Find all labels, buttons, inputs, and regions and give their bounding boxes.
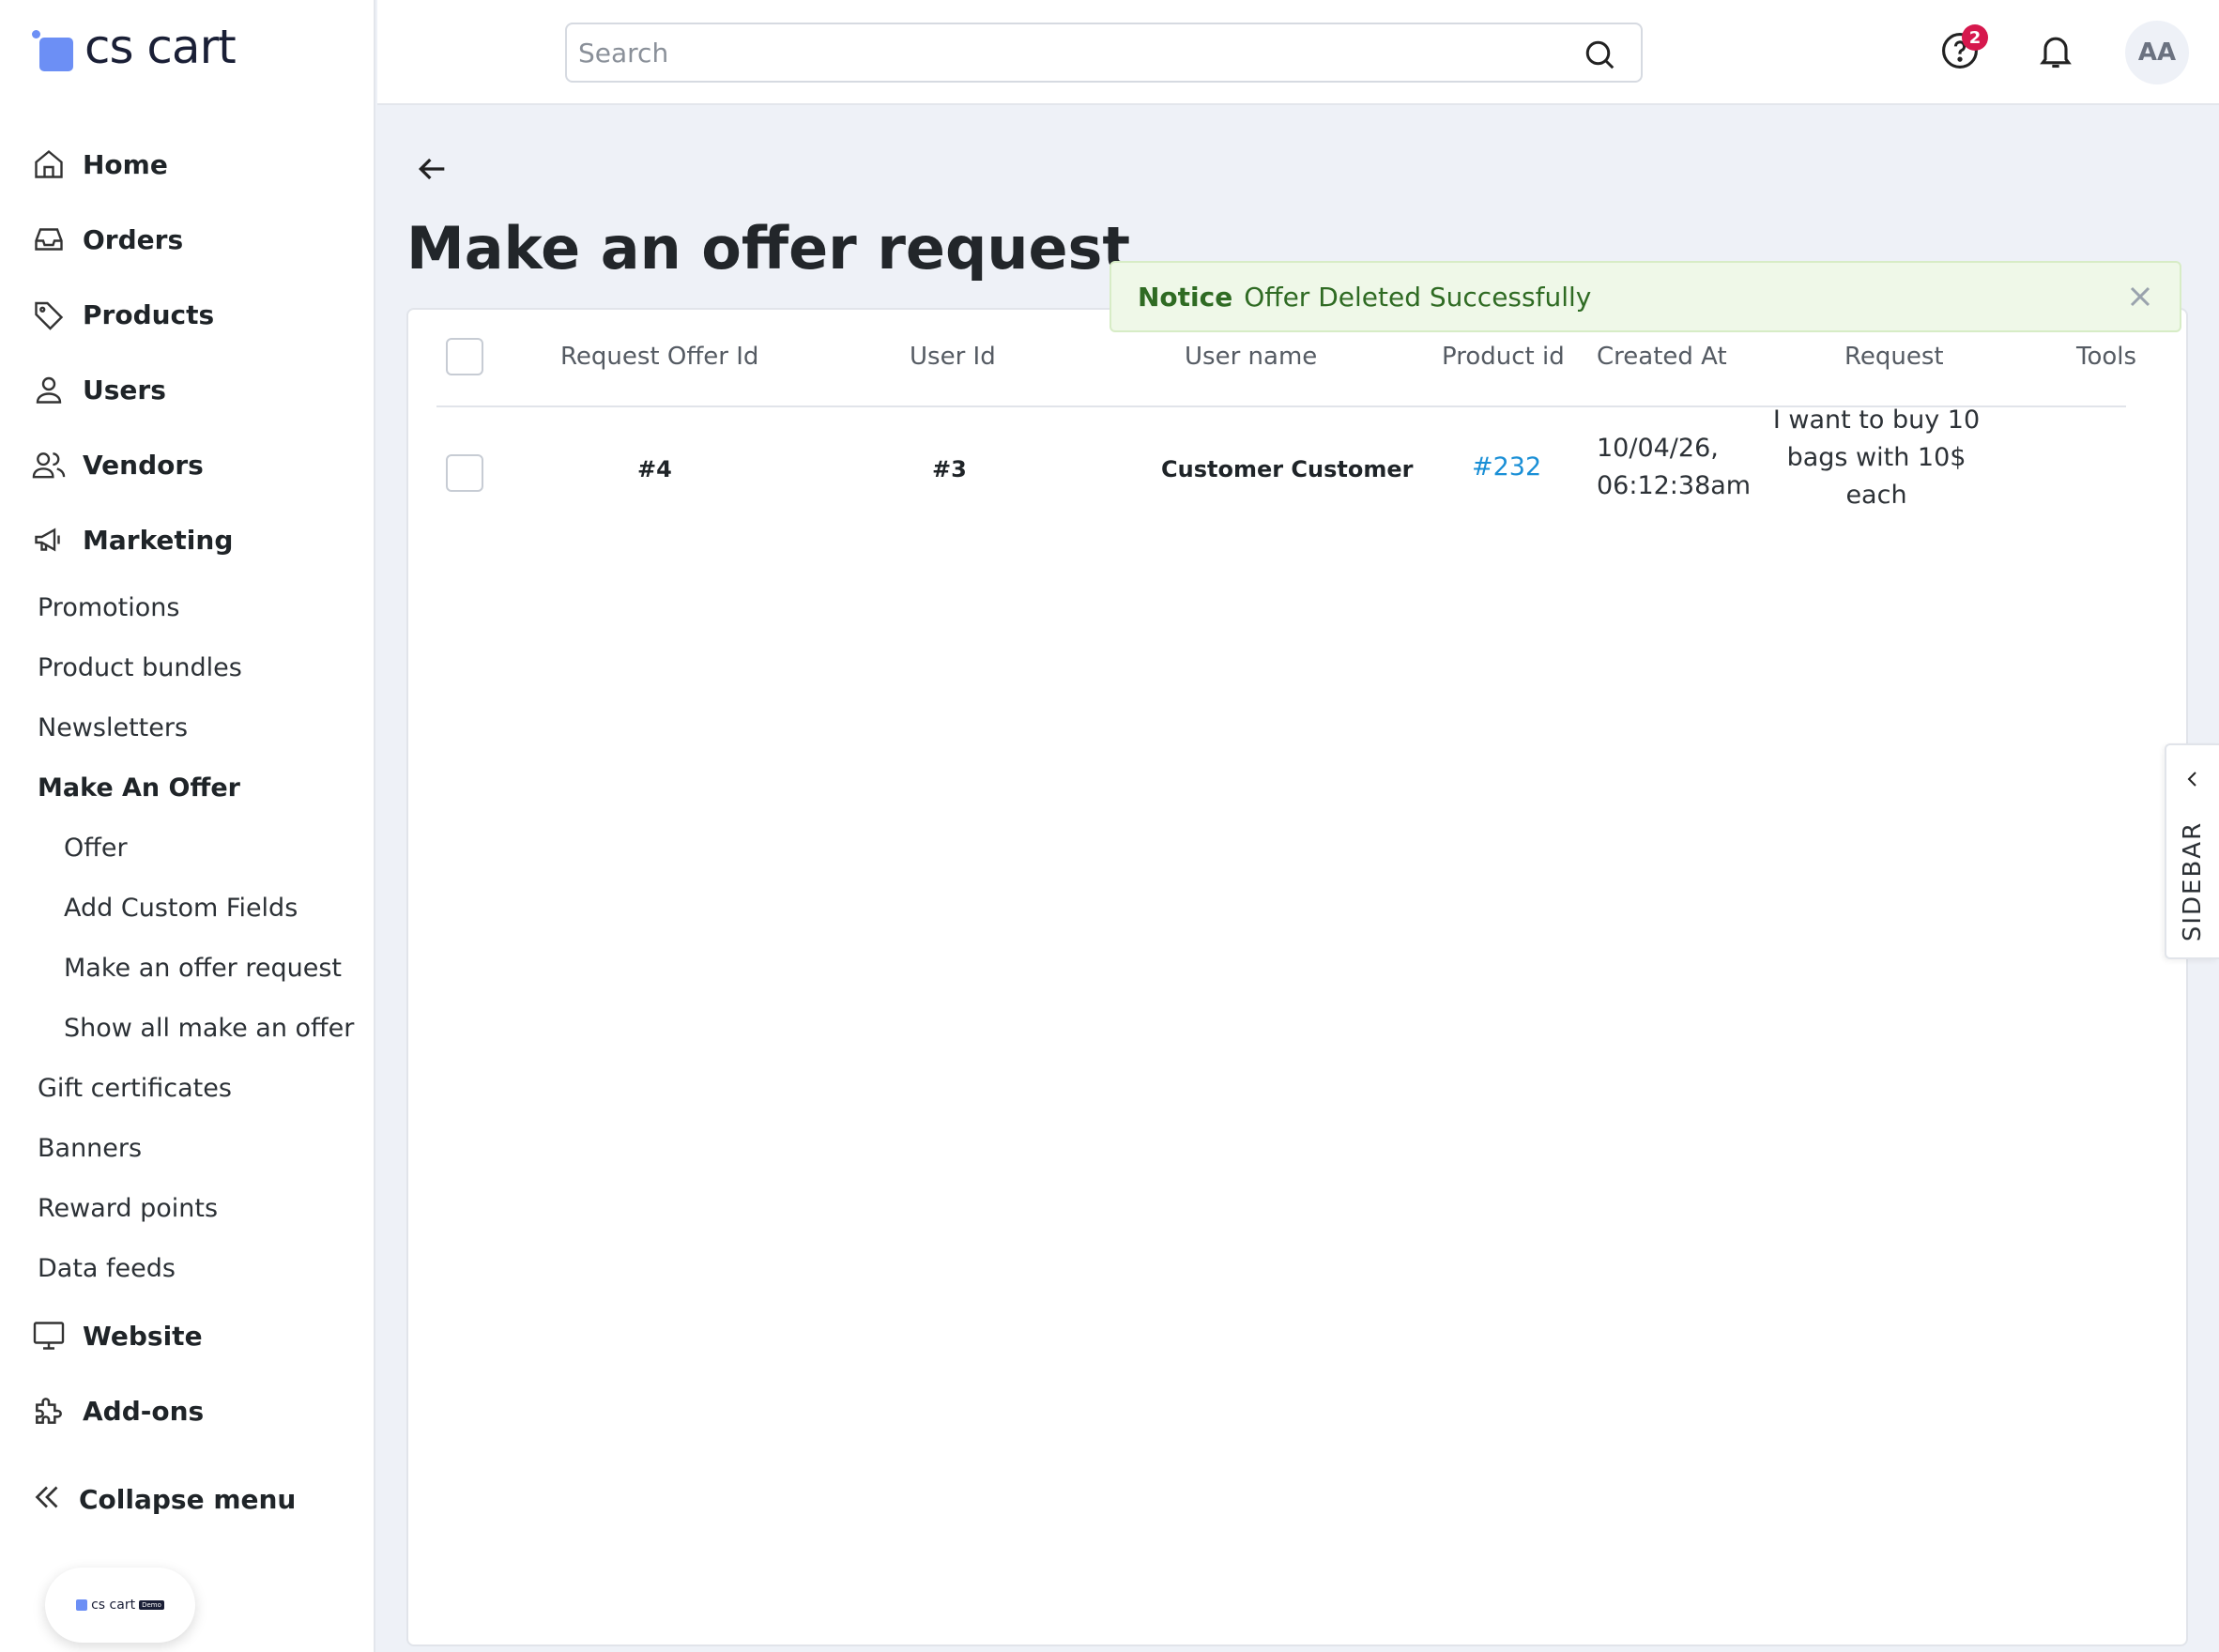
column-header-user-id[interactable]: User Id xyxy=(910,343,996,371)
cell-product-id-link[interactable]: #232 xyxy=(1472,452,1541,482)
nav-item-products[interactable]: Products xyxy=(0,277,375,352)
column-header-tools: Tools xyxy=(2076,343,2137,371)
column-header-request-offer-id[interactable]: Request Offer Id xyxy=(560,343,758,371)
logo-text: cs cart xyxy=(84,20,237,74)
column-header-request[interactable]: Request xyxy=(1844,343,1944,371)
arrow-left-icon xyxy=(413,158,451,191)
notice-message: Offer Deleted Successfully xyxy=(1244,281,1592,313)
help-icon xyxy=(1939,33,1981,75)
nav-sub-data-feeds[interactable]: Data feeds xyxy=(0,1238,375,1298)
logo-mark-icon xyxy=(76,1599,88,1611)
left-sidebar: cs cart Home Orders Products Users Vendo… xyxy=(0,0,375,1652)
logo-mark-icon xyxy=(30,28,73,71)
notice-banner: Notice Offer Deleted Successfully xyxy=(1110,261,2181,332)
page-title: Make an offer request xyxy=(406,214,1131,283)
nav-sub2-add-custom-fields[interactable]: Add Custom Fields xyxy=(0,878,357,938)
nav-item-add-ons[interactable]: Add-ons xyxy=(0,1373,375,1448)
nav-item-marketing[interactable]: Marketing xyxy=(0,502,375,577)
column-header-product-id[interactable]: Product id xyxy=(1442,343,1565,371)
created-at-time: 06:12:38am xyxy=(1597,471,1752,500)
cell-user-name: Customer Customer xyxy=(1161,456,1414,482)
bell-icon xyxy=(2035,37,2076,75)
search-box xyxy=(565,23,1643,83)
chevron-left-icon xyxy=(2181,768,2204,794)
monitor-icon xyxy=(30,1317,68,1354)
nav-item-label: Vendors xyxy=(83,449,204,481)
nav-sub-product-bundles[interactable]: Product bundles xyxy=(0,637,375,697)
cell-request-offer-id: #4 xyxy=(637,456,672,482)
inbox-icon xyxy=(30,221,68,258)
cell-request: I want to buy 10 bags with 10$ each xyxy=(1772,405,1981,510)
back-button[interactable] xyxy=(413,150,458,195)
cs-cart-logo[interactable]: cs cart xyxy=(30,20,237,77)
nav-sub-banners[interactable]: Banners xyxy=(0,1118,375,1178)
nav-sub2-show-all-make-an-offer[interactable]: Show all make an offer … xyxy=(0,998,357,1058)
nav-item-users[interactable]: Users xyxy=(0,352,375,427)
notifications-button[interactable] xyxy=(2035,30,2080,75)
demo-badge-tag: Demo xyxy=(139,1600,164,1610)
close-icon[interactable] xyxy=(2123,280,2157,320)
nav-item-label: Home xyxy=(83,148,168,180)
table-row: #4 #3 Customer Customer #232 10/04/26, 0… xyxy=(436,405,2126,559)
created-at-date: 10/04/26, xyxy=(1597,434,1719,463)
nav-item-label: Products xyxy=(83,298,215,330)
cell-user-id: #3 xyxy=(932,456,967,482)
nav-sub-reward-points[interactable]: Reward points xyxy=(0,1178,375,1238)
nav-sub-make-an-offer[interactable]: Make An Offer xyxy=(0,757,375,818)
nav-sub-gift-certificates[interactable]: Gift certificates xyxy=(0,1058,375,1118)
sidebar-tab-label-wrap: SIDEBAR xyxy=(2174,820,2211,942)
column-header-user-name[interactable]: User name xyxy=(1185,343,1317,371)
offer-requests-table: Request Offer Id User Id User name Produ… xyxy=(406,308,2188,1646)
nav-item-website[interactable]: Website xyxy=(0,1298,375,1373)
nav-sub2-offer[interactable]: Offer xyxy=(0,818,357,878)
users-icon xyxy=(30,446,68,483)
demo-badge[interactable]: cs cart Demo xyxy=(45,1568,195,1643)
puzzle-icon xyxy=(30,1392,68,1430)
nav-sub2-make-an-offer-request[interactable]: Make an offer request xyxy=(0,938,357,998)
home-icon xyxy=(30,145,68,183)
nav-item-label: Add-ons xyxy=(83,1395,205,1427)
nav-item-orders[interactable]: Orders xyxy=(0,202,375,277)
sidebar-tab-label: SIDEBAR xyxy=(2179,820,2207,942)
sidebar-toggle-tab[interactable]: SIDEBAR xyxy=(2165,743,2219,959)
collapse-menu-label: Collapse menu xyxy=(79,1483,297,1515)
row-checkbox[interactable] xyxy=(446,454,483,492)
nav-item-label: Marketing xyxy=(83,524,234,556)
double-chevron-left-icon xyxy=(30,1480,64,1518)
nav-sub-promotions[interactable]: Promotions xyxy=(0,577,375,637)
nav-item-home[interactable]: Home xyxy=(0,127,375,202)
tag-icon xyxy=(30,296,68,333)
nav-item-label: Orders xyxy=(83,223,184,255)
nav-item-label: Users xyxy=(83,374,166,405)
column-header-created-at[interactable]: Created At xyxy=(1597,343,1727,371)
demo-badge-text: cs cart xyxy=(91,1598,136,1613)
nav-item-label: Website xyxy=(83,1320,203,1352)
help-badge-count: 2 xyxy=(1962,24,1988,51)
nav-item-vendors[interactable]: Vendors xyxy=(0,427,375,502)
megaphone-icon xyxy=(30,521,68,558)
search-input[interactable] xyxy=(578,32,1554,73)
main-navigation: Home Orders Products Users Vendors Marke… xyxy=(0,127,375,1448)
search-icon[interactable] xyxy=(1583,38,1616,75)
select-all-checkbox[interactable] xyxy=(446,338,483,375)
user-icon xyxy=(30,371,68,408)
top-header: 2 AA xyxy=(377,0,2219,105)
collapse-menu-button[interactable]: Collapse menu xyxy=(30,1466,296,1532)
cell-created-at: 10/04/26, 06:12:38am xyxy=(1597,430,1751,505)
nav-sub-newsletters[interactable]: Newsletters xyxy=(0,697,375,757)
avatar[interactable]: AA xyxy=(2125,21,2189,84)
notice-title: Notice xyxy=(1138,281,1233,313)
help-button[interactable]: 2 xyxy=(1939,24,1988,75)
